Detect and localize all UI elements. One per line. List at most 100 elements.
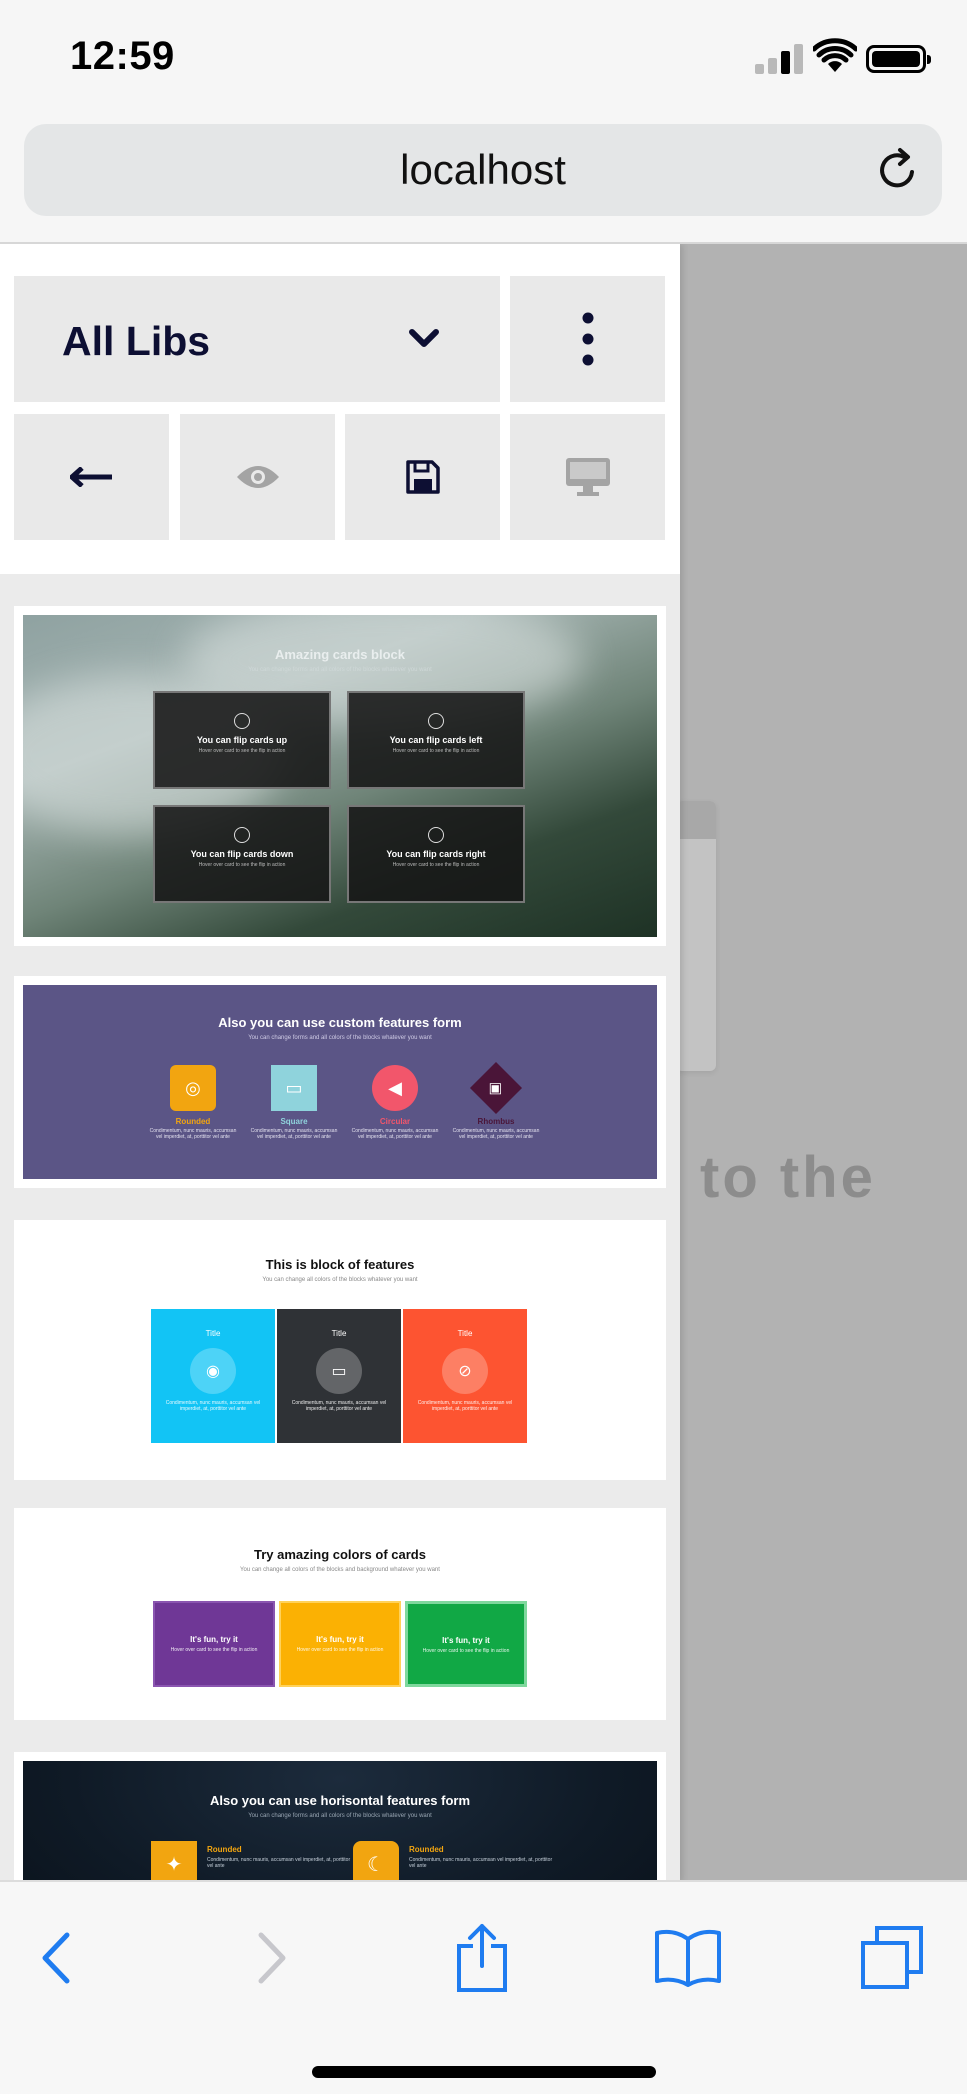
thumbnail-title: This is block of features	[265, 1257, 415, 1272]
feature-column-title: Title	[205, 1329, 221, 1338]
bookmarks-icon	[655, 1929, 721, 1987]
horizontal-feature: ☾ Rounded Condimentum, nunc mauris, accu…	[353, 1841, 563, 1880]
feature-item: ▭ Square Condimentum, nunc mauris, accum…	[249, 1065, 339, 1140]
eye-icon	[236, 466, 279, 488]
feature-column-title: Title	[331, 1329, 347, 1338]
feature-label: Rounded	[409, 1845, 444, 1854]
thumbnail-subtitle: You can change all colors of the blocks …	[262, 1277, 418, 1283]
flip-card-title: You can flip cards down	[190, 849, 294, 859]
forward-nav-button[interactable]	[232, 1918, 312, 1998]
block-thumbnail-flip-cards[interactable]: Amazing cards block You can change forms…	[14, 606, 666, 946]
thumbnail-subtitle: You can change forms and all colors of t…	[248, 1813, 432, 1819]
block-thumbnail-custom-features[interactable]: Also you can use custom features form Yo…	[14, 976, 666, 1188]
color-card: It's fun, try it Hover over card to see …	[153, 1601, 275, 1687]
thumbnail-preview: Also you can use horisontal features for…	[23, 1761, 657, 1880]
reload-icon[interactable]	[874, 146, 922, 194]
color-card: It's fun, try it Hover over card to see …	[279, 1601, 401, 1687]
feature-label: Rounded	[175, 1117, 211, 1126]
feature-item: ◀ Circular Condimentum, nunc mauris, acc…	[350, 1065, 440, 1140]
feature-column: Title ◉ Condimentum, nunc mauris, accums…	[151, 1309, 275, 1443]
flip-card-title: You can flip cards up	[196, 735, 288, 745]
battery-icon: ▭	[271, 1065, 317, 1111]
eye-off-icon: ⊘	[442, 1348, 488, 1394]
background-card	[676, 801, 716, 1071]
thumbnail-title: Amazing cards block	[274, 647, 406, 662]
flip-card-title: You can flip cards left	[389, 735, 483, 745]
bookmarks-button[interactable]	[648, 1918, 728, 1998]
eye-icon: ◉	[190, 1348, 236, 1394]
preview-button[interactable]	[180, 414, 335, 540]
feature-label: Rhombus	[477, 1117, 515, 1126]
blocks-panel: All Libs Amazing cards block You can cha…	[0, 244, 680, 1880]
thumbnail-title: Also you can use horisontal features for…	[209, 1793, 471, 1808]
flip-card: You can flip cards down Hover over card …	[153, 805, 331, 903]
status-time: 12:59	[70, 34, 175, 78]
save-button[interactable]	[345, 414, 500, 540]
share-icon	[457, 1924, 507, 1992]
flip-card: You can flip cards left Hover over card …	[347, 691, 525, 789]
feature-text: Condimentum, nunc mauris, accumsan vel i…	[207, 1857, 351, 1869]
block-thumbnail-features[interactable]: This is block of features You can change…	[14, 1220, 666, 1480]
library-select-value: All Libs	[62, 318, 211, 364]
status-bar: 12:59	[0, 0, 967, 116]
feature-item: ◎ Rounded Condimentum, nunc mauris, accu…	[148, 1065, 238, 1140]
battery-icon	[866, 45, 931, 73]
feature-text: Condimentum, nunc mauris, accumsan vel i…	[409, 1857, 553, 1869]
share-button[interactable]	[442, 1918, 522, 1998]
thumbnail-preview: Try amazing colors of cards You can chan…	[23, 1517, 657, 1711]
feature-label: Circular	[379, 1117, 411, 1126]
moon-icon: ☾	[353, 1841, 399, 1880]
flip-card-title: You can flip cards right	[386, 849, 486, 859]
feature-item: ▣ Rhombus Condimentum, nunc mauris, accu…	[451, 1061, 541, 1140]
arrow-right-circle-icon	[428, 827, 444, 843]
back-nav-button[interactable]	[16, 1918, 96, 1998]
thumbnail-preview: Also you can use custom features form Yo…	[23, 985, 657, 1179]
target-icon: ◎	[170, 1065, 216, 1111]
thumbnail-title: Also you can use custom features form	[218, 1015, 462, 1030]
thumbnail-title: Try amazing colors of cards	[254, 1547, 426, 1562]
feature-column-text: Condimentum, nunc mauris, accumsan vel i…	[165, 1400, 261, 1412]
flip-card: You can flip cards right Hover over card…	[347, 805, 525, 903]
horizontal-feature: ✦ Rounded Condimentum, nunc mauris, accu…	[151, 1841, 361, 1880]
page-viewport: to the All Libs Amazing cards block You …	[0, 242, 967, 1880]
address-bar[interactable]: localhost	[24, 124, 942, 216]
thumbnail-preview: This is block of features You can change…	[23, 1229, 657, 1471]
library-select[interactable]: All Libs	[14, 276, 500, 402]
arrow-left-icon	[69, 467, 112, 487]
megaphone-icon: ◀	[372, 1065, 418, 1111]
color-card-title: It's fun, try it	[442, 1636, 490, 1645]
tabs-button[interactable]	[852, 1918, 932, 1998]
chevron-down-icon	[409, 329, 439, 347]
battery-icon: ▭	[316, 1348, 362, 1394]
flip-card-text: Hover over card to see the flip in actio…	[198, 862, 286, 868]
feature-label: Rounded	[207, 1845, 242, 1854]
save-icon	[405, 460, 440, 494]
more-vertical-icon	[582, 312, 593, 366]
home-indicator[interactable]	[312, 2066, 656, 2078]
feature-column: Title ⊘ Condimentum, nunc mauris, accums…	[403, 1309, 527, 1443]
more-button[interactable]	[510, 276, 665, 402]
feature-column: Title ▭ Condimentum, nunc mauris, accums…	[277, 1309, 401, 1443]
feature-column-title: Title	[457, 1329, 473, 1338]
url-text[interactable]: localhost	[24, 146, 942, 194]
telescope-icon: ✦	[151, 1841, 197, 1880]
feature-text: Condimentum, nunc mauris, accumsan vel i…	[149, 1128, 237, 1140]
color-card-title: It's fun, try it	[316, 1635, 364, 1644]
back-button[interactable]	[14, 414, 169, 540]
flip-card-text: Hover over card to see the flip in actio…	[198, 748, 286, 754]
block-thumbnail-horizontal-features[interactable]: Also you can use horisontal features for…	[14, 1752, 666, 1880]
thumbnail-subtitle: You can change all colors of the blocks …	[240, 1567, 440, 1573]
desktop-view-button[interactable]	[510, 414, 665, 540]
flip-card: You can flip cards up Hover over card to…	[153, 691, 331, 789]
thumbnail-preview: Amazing cards block You can change forms…	[23, 615, 657, 937]
background-heading: to the	[700, 1145, 876, 1210]
arrow-up-icon	[234, 713, 250, 729]
browser-toolbar	[0, 1880, 967, 2094]
flip-card-text: Hover over card to see the flip in actio…	[392, 862, 480, 868]
block-thumbnail-color-cards[interactable]: Try amazing colors of cards You can chan…	[14, 1508, 666, 1720]
forward-icon	[258, 1932, 286, 1984]
back-icon	[42, 1932, 70, 1984]
color-card: It's fun, try it Hover over card to see …	[405, 1601, 527, 1687]
feature-column-text: Condimentum, nunc mauris, accumsan vel i…	[417, 1400, 513, 1412]
thumbnail-subtitle: You can change forms and all colors of t…	[248, 667, 432, 673]
